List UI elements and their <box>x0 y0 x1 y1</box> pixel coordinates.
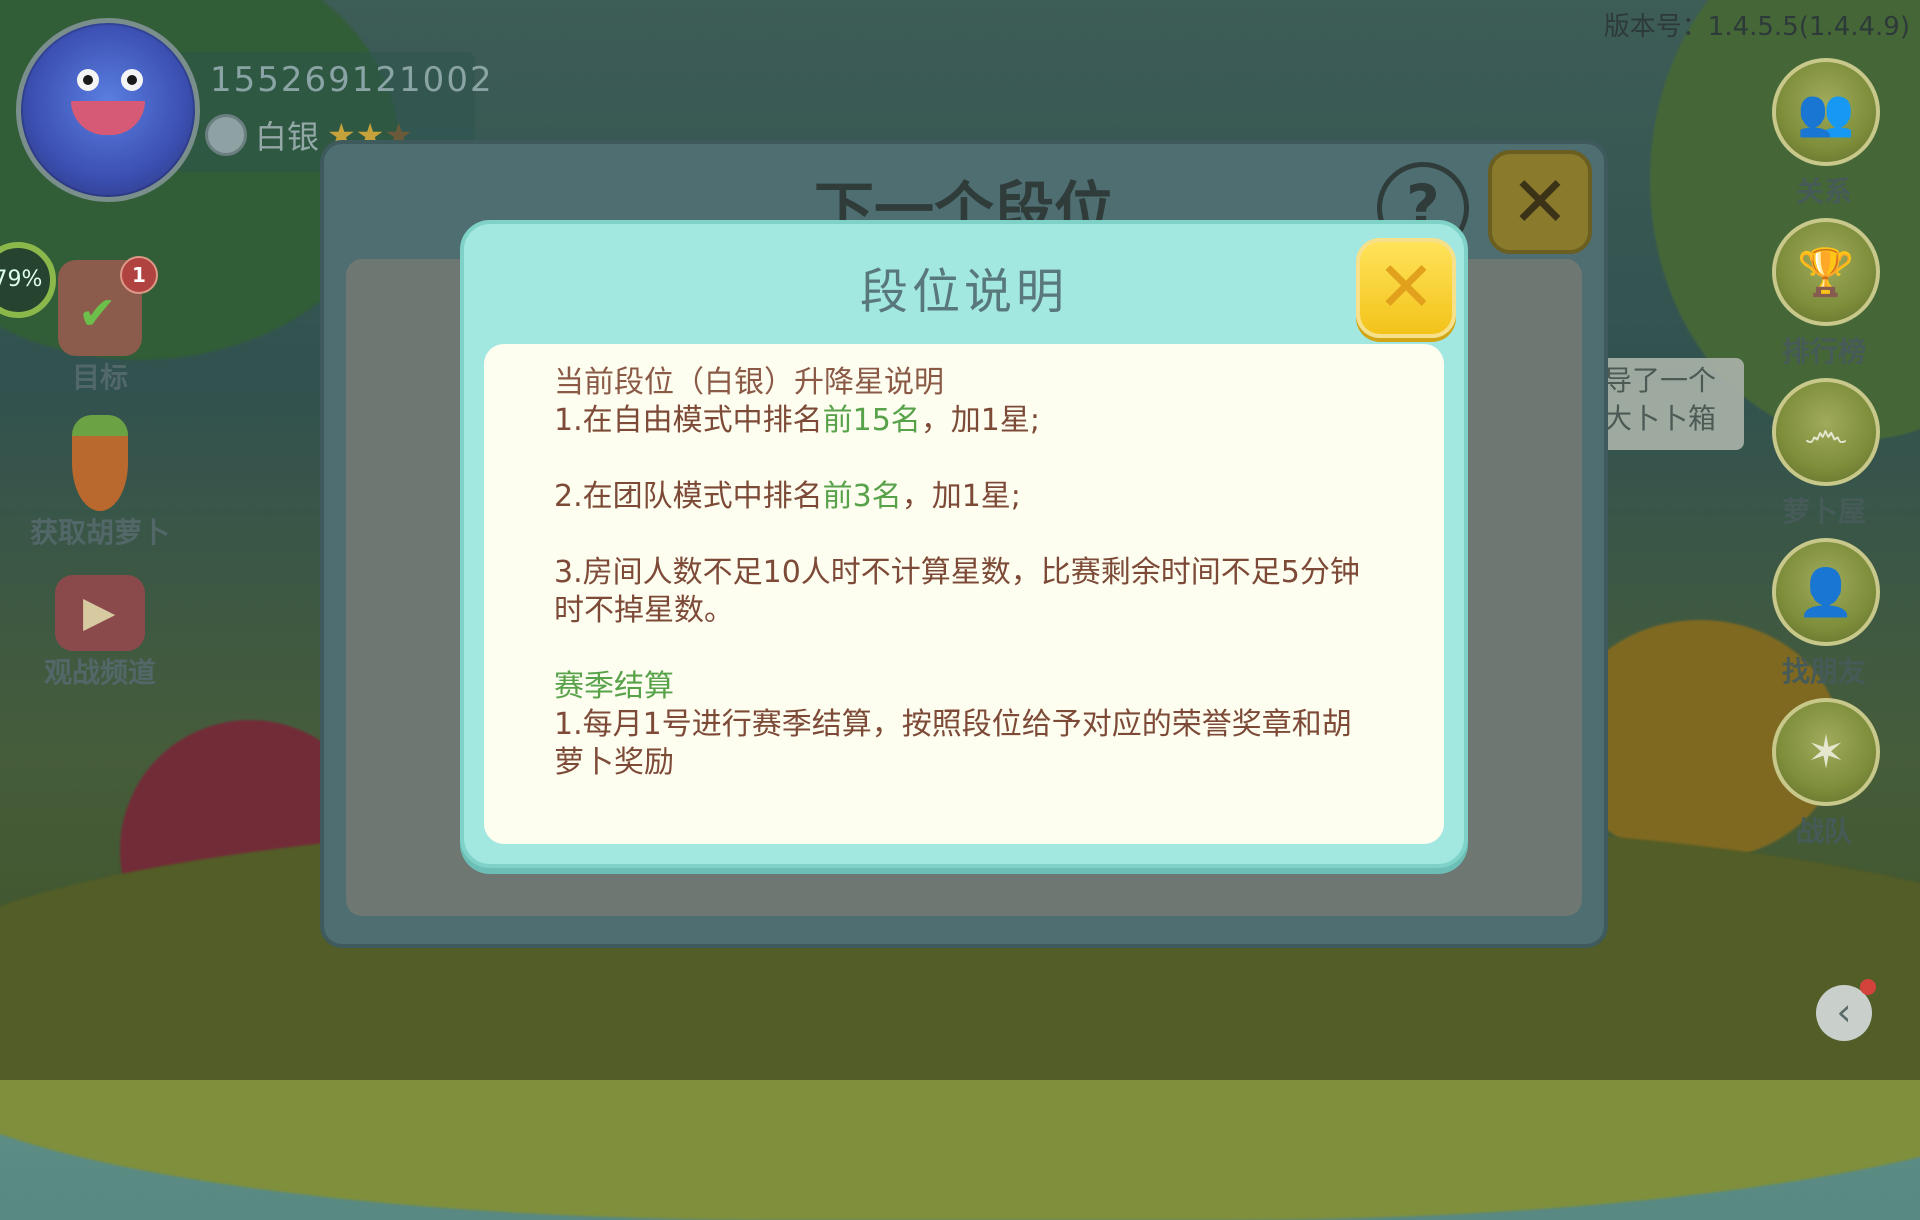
rule-2-suffix: ，加1星; <box>901 479 1021 514</box>
find-friends-button[interactable]: 👤 找朋友 <box>1772 538 1880 690</box>
season-rule-1: 1.每月1号进行赛季结算，按照段位给予对应的荣誉奖章和胡萝卜奖励 <box>554 707 1352 780</box>
find-friends-label: 找朋友 <box>1781 655 1866 688</box>
ranking-label: 排行榜 <box>1781 335 1866 368</box>
avatar[interactable] <box>16 18 200 202</box>
rule-2-text: 2.在团队模式中排名 <box>554 479 823 514</box>
user-id: 155269121002 <box>210 60 494 100</box>
notification-tooltip: 导了一个大卜卜箱 <box>1598 358 1744 450</box>
get-carrot-label: 获取胡萝卜 <box>29 516 170 549</box>
rank-medal-icon <box>205 114 247 156</box>
avatar-eye-left <box>77 69 99 91</box>
ranking-button[interactable]: 🏆 排行榜 <box>1772 218 1880 370</box>
next-rank-close-button[interactable]: ✕ <box>1488 150 1592 254</box>
back-arrow-button[interactable]: ‹ <box>1816 979 1876 1041</box>
tv-play-icon: ▶ <box>55 575 145 651</box>
section-title-stars: 当前段位（白银）升降星说明 <box>554 365 944 400</box>
carrot-house-label: 萝卜屋 <box>1781 495 1866 528</box>
chevron-left-icon: ‹ <box>1836 990 1852 1034</box>
avatar-mouth <box>71 101 145 135</box>
rule-1: 1.在自由模式中排名前15名，加1星; <box>554 402 1374 440</box>
watch-channel-label: 观战频道 <box>43 656 156 689</box>
carrot-icon <box>72 415 128 511</box>
get-carrot-button[interactable]: 获取胡萝卜 <box>10 415 190 551</box>
swirl-icon: ෴ <box>1772 378 1880 486</box>
rank-name: 白银 <box>255 118 320 156</box>
modal-title: 段位说明 <box>859 264 1068 320</box>
rule-2: 2.在团队模式中排名前3名，加1星; <box>554 478 1374 516</box>
relations-label: 关系 <box>1795 175 1852 208</box>
target-button[interactable]: ✔ 1 目标 <box>40 256 160 396</box>
rank-info-modal: 段位说明 ✕ 当前段位（白银）升降星说明 1.在自由模式中排名前15名，加1星;… <box>460 220 1468 868</box>
star-badge-icon: ✶ <box>1772 698 1880 806</box>
version-text: 版本号：1.4.5.5(1.4.4.9) <box>1603 12 1910 42</box>
close-icon: ✕ <box>1376 246 1436 328</box>
section-title-season: 赛季结算 <box>554 669 674 704</box>
watch-channel-button[interactable]: ▶ 观战频道 <box>25 575 175 691</box>
rule-1-suffix: ，加1星; <box>920 403 1041 438</box>
relations-button[interactable]: 👥 关系 <box>1772 58 1880 210</box>
target-badge: 1 <box>120 256 158 294</box>
avatar-eye-right <box>121 69 143 91</box>
modal-close-button[interactable]: ✕ <box>1356 238 1456 338</box>
rank-info-content: 当前段位（白银）升降星说明 1.在自由模式中排名前15名，加1星; 2.在团队模… <box>484 344 1444 844</box>
rule-1-highlight: 前15名 <box>822 403 921 438</box>
team-button[interactable]: ✶ 战队 <box>1772 698 1880 850</box>
target-label: 目标 <box>71 361 128 394</box>
rule-1-text: 1.在自由模式中排名 <box>554 403 823 438</box>
team-label: 战队 <box>1795 815 1852 848</box>
rule-3: 3.房间人数不足10人时不计算星数，比赛剩余时间不足5分钟时不掉星数。 <box>554 555 1360 628</box>
carrot-house-button[interactable]: ෴ 萝卜屋 <box>1772 378 1880 530</box>
add-user-icon: 👤 <box>1772 538 1880 646</box>
rule-2-highlight: 前3名 <box>822 479 902 514</box>
trophy-icon: 🏆 <box>1772 218 1880 326</box>
people-icon: 👥 <box>1772 58 1880 166</box>
